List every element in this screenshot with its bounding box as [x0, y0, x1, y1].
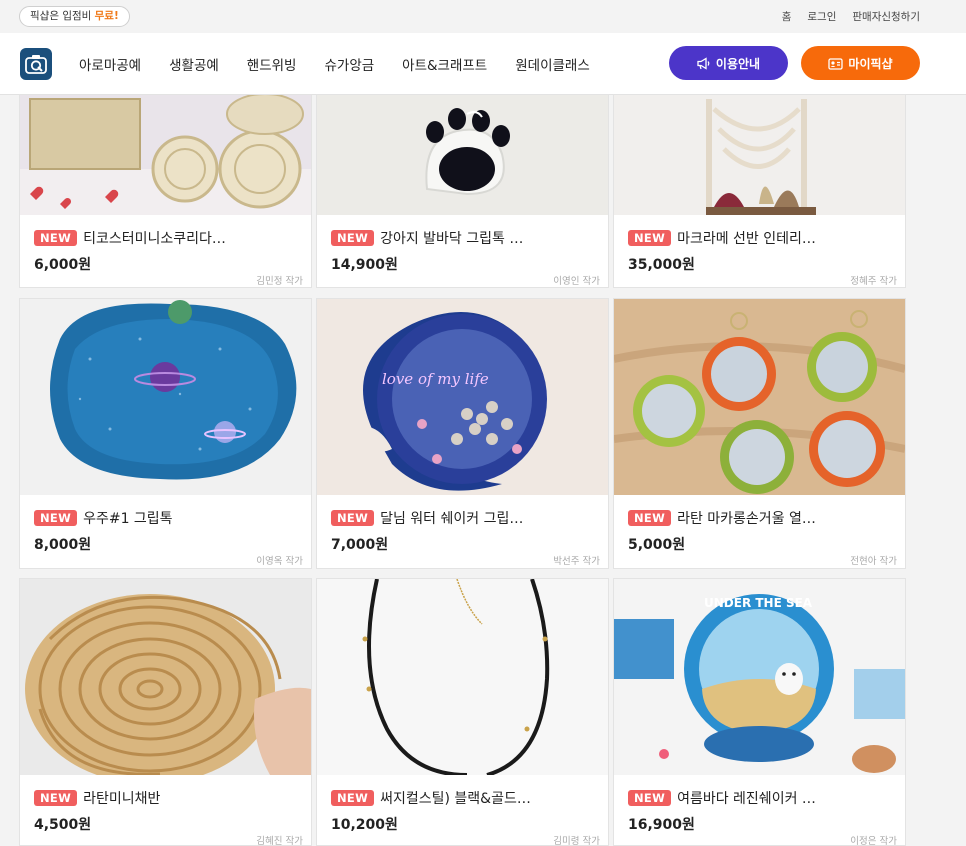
new-badge: NEW [331, 510, 375, 526]
promo-free-text: 무료! [94, 10, 119, 22]
new-badge: NEW [628, 790, 672, 806]
product-title-row[interactable]: NEW 우주#1 그립톡 [34, 508, 304, 528]
product-title-row[interactable]: NEW 달님 워터 쉐이커 그립… [331, 508, 601, 528]
category-nav: 아로마공예 생활공예 핸드위빙 슈가앙금 아트&크래프트 원데이클래스 [79, 33, 618, 95]
product-title: 달님 워터 쉐이커 그립… [380, 511, 524, 527]
new-badge: NEW [34, 230, 78, 246]
product-price: 14,900원 [331, 257, 398, 273]
product-title: 라탄미니채반 [83, 791, 161, 807]
product-image[interactable] [614, 299, 905, 495]
nav-item-weaving[interactable]: 핸드위빙 [247, 54, 297, 74]
product-image[interactable]: UNDER THE SEA [614, 579, 905, 775]
product-title: 우주#1 그립톡 [83, 511, 173, 527]
product-title: 여름바다 레진쉐이커 … [677, 791, 816, 807]
product-artist[interactable]: 박선주 작가 [553, 553, 600, 567]
product-card[interactable]: love of my life NEW 달님 워터 쉐이커 그립… 7,000원 … [316, 298, 609, 569]
product-title-row[interactable]: NEW 티코스터미니소쿠리다… [34, 228, 304, 248]
product-price: 10,200원 [331, 817, 398, 833]
guide-button[interactable]: 이용안내 [669, 46, 788, 80]
product-title-row[interactable]: NEW 강아지 발바닥 그립톡 … [331, 228, 601, 248]
product-price: 6,000원 [34, 257, 92, 273]
guide-button-label: 이용안내 [715, 56, 761, 71]
product-image[interactable] [614, 95, 905, 215]
top-links: 홈 로그인 판매자신청하기 [782, 0, 920, 33]
product-artist[interactable]: 김미령 작가 [553, 833, 600, 845]
product-image[interactable] [20, 95, 311, 215]
product-card[interactable]: NEW 라탄 마카롱손거울 열… 5,000원 전현아 작가 [613, 298, 906, 569]
product-card[interactable]: NEW 마크라메 선반 인테리… 35,000원 정혜주 작가 [613, 94, 906, 288]
home-link[interactable]: 홈 [782, 9, 792, 24]
product-artist[interactable]: 이영옥 작가 [256, 553, 303, 567]
product-price: 35,000원 [628, 257, 695, 273]
product-price: 16,900원 [628, 817, 695, 833]
product-title-row[interactable]: NEW 써지컬스틸) 블랙&골드… [331, 788, 601, 808]
nav-item-oneday[interactable]: 원데이클래스 [515, 54, 590, 74]
product-artist[interactable]: 이영인 작가 [553, 273, 600, 287]
product-price: 5,000원 [628, 537, 686, 553]
product-price: 4,500원 [34, 817, 92, 833]
new-badge: NEW [331, 230, 375, 246]
nav-item-art-craft[interactable]: 아트&크래프트 [402, 54, 487, 74]
product-price: 7,000원 [331, 537, 389, 553]
nav-item-aroma[interactable]: 아로마공예 [79, 54, 141, 74]
product-artist[interactable]: 전현아 작가 [850, 553, 897, 567]
main-header: 아로마공예 생활공예 핸드위빙 슈가앙금 아트&크래프트 원데이클래스 이용안내… [0, 33, 966, 95]
product-artist[interactable]: 이정은 작가 [850, 833, 897, 845]
new-badge: NEW [628, 230, 672, 246]
my-pickshop-button[interactable]: 마이픽샵 [801, 46, 920, 80]
product-card[interactable]: NEW 티코스터미니소쿠리다… 6,000원 김민정 작가 [19, 94, 312, 288]
camera-logo-icon[interactable] [20, 48, 52, 80]
new-badge: NEW [34, 790, 78, 806]
product-price: 8,000원 [34, 537, 92, 553]
nav-item-living[interactable]: 생활공예 [169, 54, 219, 74]
new-badge: NEW [331, 790, 375, 806]
new-badge: NEW [628, 510, 672, 526]
my-pickshop-label: 마이픽샵 [848, 56, 893, 71]
id-card-icon [828, 57, 844, 70]
megaphone-icon [697, 56, 710, 70]
product-title: 마크라메 선반 인테리… [677, 231, 816, 247]
product-image[interactable] [317, 579, 608, 775]
product-title: 강아지 발바닥 그립톡 … [380, 231, 524, 247]
product-image[interactable]: love of my life [317, 299, 608, 495]
product-title: 티코스터미니소쿠리다… [83, 231, 226, 247]
top-bar: 픽샵은 입점비 무료! 홈 로그인 판매자신청하기 [0, 0, 966, 33]
svg-text:UNDER THE SEA: UNDER THE SEA [704, 596, 813, 610]
product-title-row[interactable]: NEW 라탄 마카롱손거울 열… [628, 508, 898, 528]
product-title-row[interactable]: NEW 마크라메 선반 인테리… [628, 228, 898, 248]
product-card[interactable]: NEW 라탄미니채반 4,500원 김혜진 작가 [19, 578, 312, 846]
product-title-row[interactable]: NEW 여름바다 레진쉐이커 … [628, 788, 898, 808]
new-badge: NEW [34, 510, 78, 526]
product-title: 써지컬스틸) 블랙&골드… [380, 791, 531, 807]
seller-apply-link[interactable]: 판매자신청하기 [852, 9, 920, 24]
product-image[interactable] [317, 95, 608, 215]
promo-badge[interactable]: 픽샵은 입점비 무료! [19, 6, 130, 27]
product-image[interactable] [20, 579, 311, 775]
product-title-row[interactable]: NEW 라탄미니채반 [34, 788, 304, 808]
login-link[interactable]: 로그인 [807, 9, 836, 24]
svg-text:love of my life: love of my life [382, 370, 489, 388]
product-artist[interactable]: 정혜주 작가 [850, 273, 897, 287]
promo-text: 픽샵은 입점비 [30, 10, 95, 22]
product-card[interactable]: NEW 우주#1 그립톡 8,000원 이영옥 작가 [19, 298, 312, 569]
product-artist[interactable]: 김민정 작가 [256, 273, 303, 287]
product-card[interactable]: UNDER THE SEA NEW 여름바다 레진쉐이커 … 16,900원 이정… [613, 578, 906, 846]
product-card[interactable]: NEW 써지컬스틸) 블랙&골드… 10,200원 김미령 작가 [316, 578, 609, 846]
product-artist[interactable]: 김혜진 작가 [256, 833, 303, 845]
product-image[interactable] [20, 299, 311, 495]
product-title: 라탄 마카롱손거울 열… [677, 511, 816, 527]
product-card[interactable]: NEW 강아지 발바닥 그립톡 … 14,900원 이영인 작가 [316, 94, 609, 288]
nav-item-sugar[interactable]: 슈가앙금 [324, 54, 374, 74]
